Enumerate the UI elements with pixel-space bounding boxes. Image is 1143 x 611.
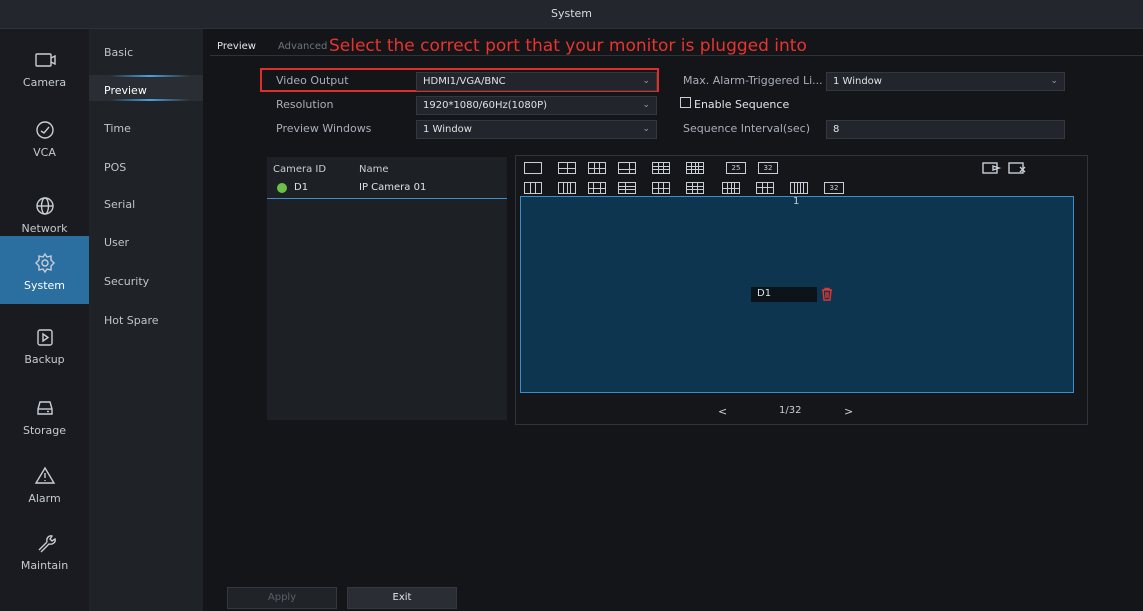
layout-5-icon[interactable] <box>588 182 606 194</box>
nav-vca[interactable]: VCA <box>0 103 89 167</box>
apply-button[interactable]: Apply <box>227 587 337 609</box>
resolution-label: Resolution <box>276 98 334 111</box>
video-output-label: Video Output <box>276 74 349 87</box>
chevron-down-icon: ⌄ <box>642 76 650 86</box>
layout-1-icon[interactable] <box>524 162 542 174</box>
sub-nav-security[interactable]: Security <box>104 275 149 288</box>
layout-4-icon[interactable] <box>558 162 576 174</box>
trash-icon[interactable] <box>820 287 834 301</box>
nav-camera-label: Camera <box>22 76 67 89</box>
camera-icon <box>34 53 56 67</box>
restore-layout-icon[interactable] <box>982 160 1002 176</box>
camera-list: Camera ID Name D1 IP Camera 01 <box>267 157 507 420</box>
sub-nav-basic[interactable]: Basic <box>104 46 133 59</box>
layout-32b-icon[interactable]: 32 <box>824 182 844 194</box>
nav-alarm-label: Alarm <box>28 492 61 505</box>
chevron-down-icon: ⌄ <box>1050 76 1058 86</box>
backup-icon <box>36 329 53 346</box>
resolution-value: 1920*1080/60Hz(1080P) <box>423 100 548 111</box>
layout-9-icon[interactable] <box>652 162 670 174</box>
preview-windows-value: 1 Window <box>423 124 472 135</box>
window-title: System <box>550 7 593 20</box>
layout-16-icon[interactable] <box>686 162 704 174</box>
nav-backup[interactable]: Backup <box>0 310 89 374</box>
gear-icon <box>34 252 55 274</box>
enable-sequence-label: Enable Sequence <box>694 98 790 111</box>
camera-name: IP Camera 01 <box>359 182 427 193</box>
video-output-select[interactable]: HDMI1/VGA/BNC ⌄ <box>416 72 657 91</box>
clear-layout-icon[interactable] <box>1008 160 1028 176</box>
nav-alarm[interactable]: Alarm <box>0 449 89 513</box>
camera-id: D1 <box>294 182 309 193</box>
layout-8-icon[interactable] <box>618 162 636 174</box>
sub-nav-preview[interactable]: Preview <box>104 84 147 97</box>
alarm-icon <box>34 466 55 484</box>
max-alarm-label: Max. Alarm-Triggered Li... <box>683 74 823 87</box>
assigned-camera-tag: D1 <box>751 287 817 302</box>
layout-4h-icon[interactable] <box>558 182 576 194</box>
sequence-interval-value: 8 <box>833 124 840 135</box>
wrench-icon <box>38 535 56 553</box>
sub-nav-active-line-bottom <box>110 99 190 101</box>
sequence-interval-input[interactable]: 8 <box>826 120 1065 139</box>
layout-25-icon[interactable]: 25 <box>726 162 746 174</box>
max-alarm-value: 1 Window <box>833 76 882 87</box>
chevron-down-icon: ⌄ <box>642 124 650 134</box>
vca-icon <box>35 121 54 139</box>
layout-12-icon[interactable] <box>686 182 704 194</box>
camera-list-header: Camera ID Name <box>267 157 507 177</box>
nav-system-label: System <box>23 279 66 292</box>
sub-nav-pos[interactable]: POS <box>104 161 126 174</box>
col-name: Name <box>359 164 389 175</box>
annotation-text: Select the correct port that your monito… <box>329 36 807 56</box>
window-number: 1 <box>793 196 800 207</box>
sub-nav-hot-spare[interactable]: Hot Spare <box>104 314 159 327</box>
title-bar: System <box>0 0 1143 29</box>
nav-storage-label: Storage <box>22 424 67 437</box>
tab-preview[interactable]: Preview <box>217 41 256 52</box>
layout-13-icon[interactable] <box>722 182 740 194</box>
layout-7-icon[interactable] <box>618 182 636 194</box>
sequence-interval-label: Sequence Interval(sec) <box>683 122 811 135</box>
nav-maintain[interactable]: Maintain <box>0 516 89 580</box>
nav-storage[interactable]: Storage <box>0 381 89 445</box>
prev-page-button[interactable]: < <box>718 405 727 418</box>
layout-32-icon[interactable]: 32 <box>758 162 778 174</box>
sub-nav-active-line-top <box>110 75 190 77</box>
nav-network-label: Network <box>21 222 68 235</box>
enable-sequence-checkbox[interactable] <box>680 97 691 108</box>
layout-3-icon[interactable] <box>524 182 542 194</box>
sub-nav-time[interactable]: Time <box>104 122 131 135</box>
preview-windows-select[interactable]: 1 Window ⌄ <box>416 120 657 139</box>
sub-nav-user[interactable]: User <box>104 236 129 249</box>
nav-maintain-label: Maintain <box>20 559 69 572</box>
storage-icon <box>36 401 53 415</box>
page-indicator: 1/32 <box>779 405 802 416</box>
globe-icon <box>35 197 54 215</box>
sub-nav-serial[interactable]: Serial <box>104 198 135 211</box>
col-camera-id: Camera ID <box>273 164 327 175</box>
max-alarm-select[interactable]: 1 Window ⌄ <box>826 72 1065 91</box>
nav-camera[interactable]: Camera <box>0 33 89 97</box>
nav-system[interactable]: System <box>0 236 89 304</box>
nav-network[interactable]: Network <box>0 179 89 243</box>
next-page-button[interactable]: > <box>844 405 853 418</box>
preview-windows-label: Preview Windows <box>276 122 372 135</box>
exit-button[interactable]: Exit <box>347 587 457 609</box>
nav-vca-label: VCA <box>33 146 56 159</box>
layout-10-icon[interactable] <box>652 182 670 194</box>
status-online-icon <box>277 183 287 193</box>
resolution-select[interactable]: 1920*1080/60Hz(1080P) ⌄ <box>416 96 657 115</box>
nav-backup-label: Backup <box>24 353 65 366</box>
tab-advanced[interactable]: Advanced <box>278 41 327 52</box>
main-nav: Camera VCA Network System Backup Storage… <box>0 29 89 611</box>
chevron-down-icon: ⌄ <box>642 100 650 110</box>
layout-6-icon[interactable] <box>588 162 606 174</box>
video-output-value: HDMI1/VGA/BNC <box>423 76 506 87</box>
layout-14-icon[interactable] <box>756 182 774 194</box>
layout-20-icon[interactable] <box>790 182 808 194</box>
camera-row[interactable]: D1 IP Camera 01 <box>267 177 507 199</box>
